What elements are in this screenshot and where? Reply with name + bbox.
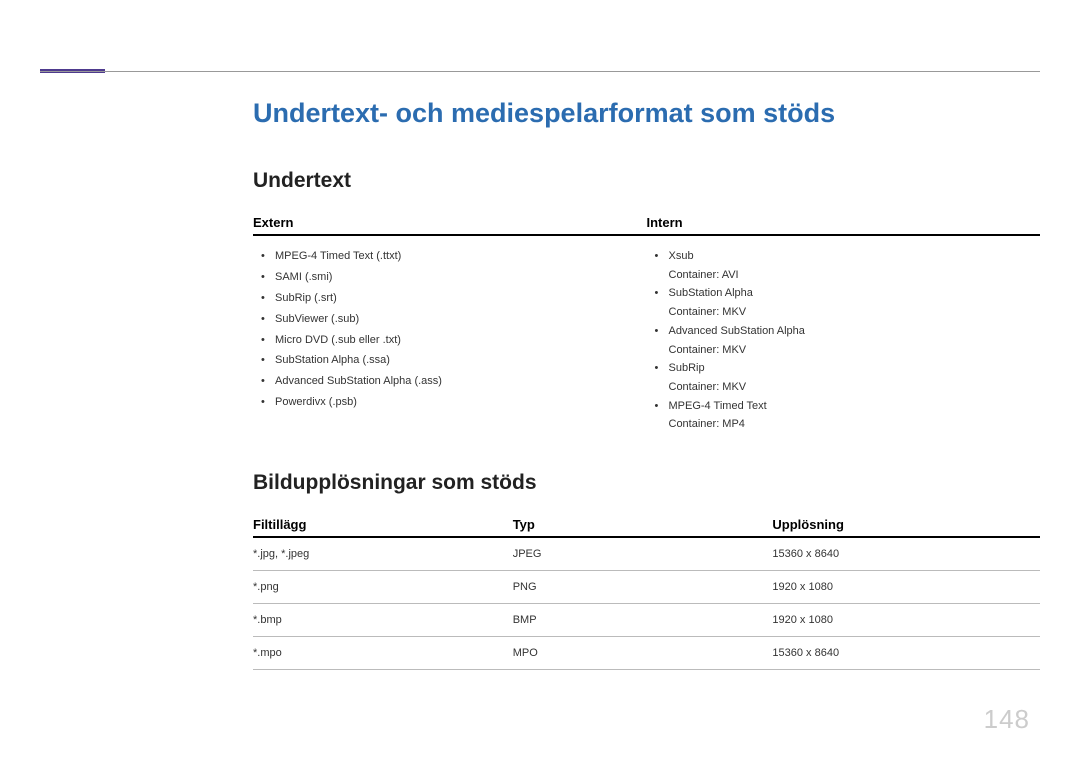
intern-name: Xsub [669, 250, 694, 262]
intern-list: Xsub Container: AVI SubStation Alpha Con… [647, 246, 1041, 433]
table-row: *.bmp BMP 1920 x 1080 [253, 603, 1040, 636]
resolutions-table: Filtillägg Typ Upplösning *.jpg, *.jpeg … [253, 513, 1040, 670]
cell-ext: *.bmp [253, 603, 513, 636]
intern-name: SubStation Alpha [669, 287, 753, 299]
list-item: SubRip (.srt) [275, 288, 647, 309]
cell-ext: *.png [253, 570, 513, 603]
page-number: 148 [984, 704, 1030, 735]
table-row: *.mpo MPO 15360 x 8640 [253, 636, 1040, 669]
cell-res: 1920 x 1080 [772, 570, 1040, 603]
list-item: Advanced SubStation Alpha (.ass) [275, 371, 647, 392]
col-header-extern: Extern [253, 211, 647, 235]
col-header-ext: Filtillägg [253, 513, 513, 537]
cell-ext: *.jpg, *.jpeg [253, 537, 513, 571]
cell-ext: *.mpo [253, 636, 513, 669]
cell-res: 1920 x 1080 [772, 603, 1040, 636]
list-item: Micro DVD (.sub eller .txt) [275, 330, 647, 351]
table-row: *.png PNG 1920 x 1080 [253, 570, 1040, 603]
cell-type: JPEG [513, 537, 773, 571]
list-item: SubRip Container: MKV [669, 358, 1041, 395]
table-row: *.jpg, *.jpeg JPEG 15360 x 8640 [253, 537, 1040, 571]
section-heading-resolutions: Bildupplösningar som stöds [253, 471, 1040, 495]
list-item: SubViewer (.sub) [275, 309, 647, 330]
cell-type: PNG [513, 570, 773, 603]
intern-name: Advanced SubStation Alpha [669, 325, 805, 337]
list-item: SubStation Alpha Container: MKV [669, 283, 1041, 320]
main-heading: Undertext- och mediespelarformat som stö… [253, 98, 1040, 129]
cell-type: MPO [513, 636, 773, 669]
col-header-res: Upplösning [772, 513, 1040, 537]
list-item: SubStation Alpha (.ssa) [275, 350, 647, 371]
list-item: MPEG-4 Timed Text Container: MP4 [669, 396, 1041, 433]
list-item: Advanced SubStation Alpha Container: MKV [669, 321, 1041, 358]
intern-container: Container: MKV [669, 342, 1041, 359]
cell-res: 15360 x 8640 [772, 537, 1040, 571]
list-item: Powerdivx (.psb) [275, 392, 647, 413]
extern-cell: MPEG-4 Timed Text (.ttxt) SAMI (.smi) Su… [253, 235, 647, 433]
cell-type: BMP [513, 603, 773, 636]
intern-container: Container: AVI [669, 267, 1041, 284]
list-item: Xsub Container: AVI [669, 246, 1041, 283]
cell-res: 15360 x 8640 [772, 636, 1040, 669]
section-heading-undertext: Undertext [253, 169, 1040, 193]
list-item: SAMI (.smi) [275, 267, 647, 288]
page-content: Undertext- och mediespelarformat som stö… [253, 98, 1040, 670]
intern-container: Container: MKV [669, 304, 1041, 321]
col-header-type: Typ [513, 513, 773, 537]
subtitle-formats-table: Extern Intern MPEG-4 Timed Text (.ttxt) … [253, 211, 1040, 433]
extern-list: MPEG-4 Timed Text (.ttxt) SAMI (.smi) Su… [253, 246, 647, 413]
col-header-intern: Intern [647, 211, 1041, 235]
intern-cell: Xsub Container: AVI SubStation Alpha Con… [647, 235, 1041, 433]
top-rule [40, 71, 1040, 72]
intern-container: Container: MP4 [669, 416, 1041, 433]
list-item: MPEG-4 Timed Text (.ttxt) [275, 246, 647, 267]
intern-name: MPEG-4 Timed Text [669, 400, 767, 412]
intern-name: SubRip [669, 362, 705, 374]
intern-container: Container: MKV [669, 379, 1041, 396]
